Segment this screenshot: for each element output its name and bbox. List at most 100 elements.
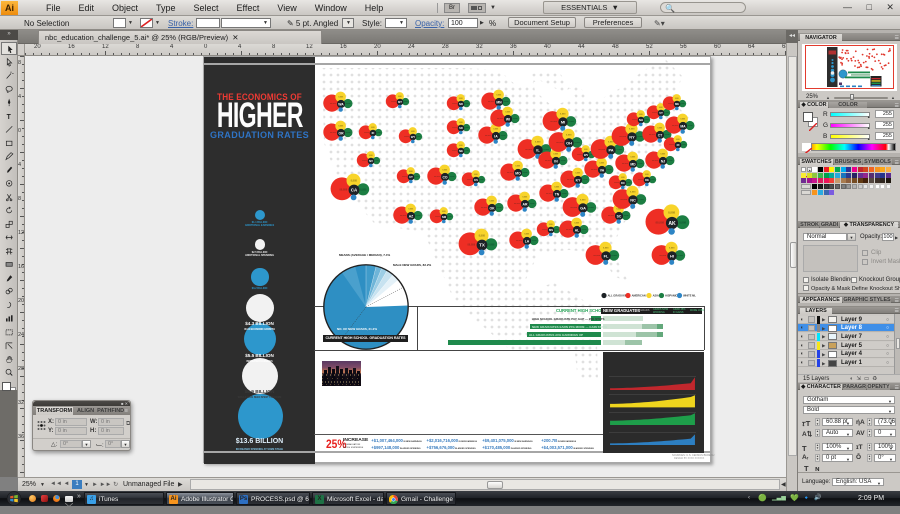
svg-text:8,888: 8,888 [496, 95, 501, 97]
svg-text:AZ: AZ [409, 214, 414, 218]
svg-text:OR: OR [338, 131, 344, 135]
svg-text:8,888: 8,888 [504, 101, 509, 103]
svg-text:88,888: 88,888 [608, 215, 614, 217]
svg-text:8,888: 8,888 [416, 215, 421, 217]
svg-text:8,888: 8,888 [549, 224, 553, 226]
svg-text:8,888: 8,888 [669, 248, 675, 250]
svg-text:88,888: 88,888 [591, 169, 597, 171]
svg-text:8,888: 8,888 [624, 215, 629, 217]
svg-text:CA: CA [351, 188, 358, 193]
svg-text:MI: MI [561, 120, 565, 125]
svg-text:88,888: 88,888 [567, 179, 573, 181]
svg-text:8,888: 8,888 [677, 255, 683, 257]
svg-text:NY: NY [629, 135, 635, 140]
svg-text:8,888: 8,888 [371, 127, 375, 129]
svg-text:TX: TX [479, 243, 485, 248]
svg-text:8,888: 8,888 [682, 144, 686, 146]
svg-text:88,888: 88,888 [622, 163, 628, 165]
svg-text:88,888: 88,888 [516, 240, 522, 242]
svg-text:88,888: 88,888 [638, 179, 643, 181]
svg-text:HISPANIC: HISPANIC [665, 294, 677, 298]
svg-text:88,888: 88,888 [514, 203, 520, 205]
svg-text:88,888: 88,888 [404, 136, 409, 138]
svg-text:8,888: 8,888 [629, 129, 635, 131]
svg-text:8,888: 8,888 [465, 103, 469, 105]
svg-text:8,888: 8,888 [681, 103, 685, 105]
svg-text:8,888: 8,888 [638, 199, 644, 201]
svg-text:88,888: 88,888 [400, 215, 406, 217]
svg-text:MA: MA [680, 124, 686, 128]
svg-text:8,888: 8,888 [377, 132, 381, 134]
svg-text:NC: NC [630, 198, 636, 203]
svg-text:8,888: 8,888 [599, 163, 604, 165]
svg-text:8,888: 8,888 [651, 179, 655, 181]
svg-text:NJ: NJ [661, 159, 665, 163]
svg-text:8,888: 8,888 [489, 201, 494, 203]
svg-text:8,888: 8,888 [480, 179, 484, 181]
svg-text:8,888: 8,888 [668, 160, 673, 162]
svg-text:8,888: 8,888 [360, 188, 367, 191]
svg-text:CO: CO [442, 175, 447, 179]
svg-text:8,888: 8,888 [479, 235, 486, 238]
svg-text:8,888: 8,888 [608, 142, 614, 144]
svg-text:8,888: 8,888 [560, 114, 566, 116]
svg-text:8,888: 8,888 [668, 210, 675, 214]
svg-text:8,888: 8,888 [501, 135, 506, 137]
svg-text:88,888: 88,888 [485, 135, 491, 137]
svg-text:8,888: 8,888 [665, 112, 669, 114]
svg-text:8,888: 8,888 [621, 177, 625, 179]
svg-text:88,888: 88,888 [467, 179, 472, 181]
svg-text:WV: WV [584, 153, 589, 157]
svg-text:8,888: 8,888 [346, 132, 351, 134]
svg-text:8,888: 8,888 [616, 209, 621, 211]
svg-text:8,888: 8,888 [611, 255, 617, 257]
svg-text:88,888: 88,888 [652, 112, 657, 114]
svg-text:88,888: 88,888 [593, 255, 600, 257]
svg-text:PA: PA [608, 148, 613, 153]
svg-text:FL: FL [604, 254, 609, 259]
svg-text:88,888: 88,888 [452, 103, 457, 105]
svg-text:8,888: 8,888 [346, 103, 351, 105]
svg-text:88,888: 88,888 [598, 149, 605, 151]
svg-text:88,888: 88,888 [570, 207, 577, 209]
svg-text:OH: OH [566, 141, 572, 146]
svg-text:8,888: 8,888 [515, 166, 520, 168]
svg-text:8,888: 8,888 [582, 229, 587, 231]
svg-text:8,888: 8,888 [630, 157, 635, 159]
svg-text:8,888: 8,888 [398, 96, 402, 98]
svg-text:8,888: 8,888 [679, 220, 686, 224]
svg-text:88,888: 88,888 [672, 125, 678, 127]
svg-text:8,888: 8,888 [574, 142, 580, 144]
svg-text:NH: NH [639, 118, 643, 122]
svg-text:88,888: 88,888 [497, 118, 503, 120]
svg-text:8,888: 8,888 [474, 174, 478, 176]
svg-text:8,888: 8,888 [497, 207, 502, 209]
svg-text:88,888: 88,888 [656, 220, 665, 224]
svg-text:8,888: 8,888 [568, 121, 574, 123]
svg-text:SC: SC [617, 214, 622, 218]
svg-text:88,888: 88,888 [452, 150, 457, 152]
svg-text:8,888: 8,888 [555, 229, 559, 231]
svg-text:8,888: 8,888 [404, 101, 408, 103]
svg-text:88,888: 88,888 [649, 134, 655, 136]
svg-text:ME: ME [675, 102, 679, 106]
svg-text:88,888: 88,888 [619, 136, 626, 138]
svg-text:8,888: 8,888 [645, 174, 649, 176]
svg-text:88,888: 88,888 [402, 176, 407, 178]
svg-text:8,888: 8,888 [659, 107, 663, 109]
svg-text:8,888: 8,888 [351, 180, 358, 183]
svg-text:8,888: 8,888 [543, 149, 549, 151]
svg-text:8,888: 8,888 [459, 122, 463, 124]
svg-text:88,888: 88,888 [542, 229, 547, 231]
svg-text:88,888: 88,888 [668, 103, 673, 105]
svg-text:8,888: 8,888 [616, 149, 622, 151]
svg-text:88,888: 88,888 [545, 160, 551, 162]
svg-text:HI: HI [670, 254, 674, 259]
svg-text:88,888: 88,888 [577, 154, 582, 156]
svg-text:8,888: 8,888 [603, 248, 609, 250]
svg-text:8,888: 8,888 [369, 155, 373, 157]
svg-text:8,888: 8,888 [532, 240, 537, 242]
svg-text:8,888: 8,888 [554, 187, 559, 189]
svg-text:8,888: 8,888 [675, 98, 679, 100]
svg-text:WI: WI [506, 117, 510, 121]
